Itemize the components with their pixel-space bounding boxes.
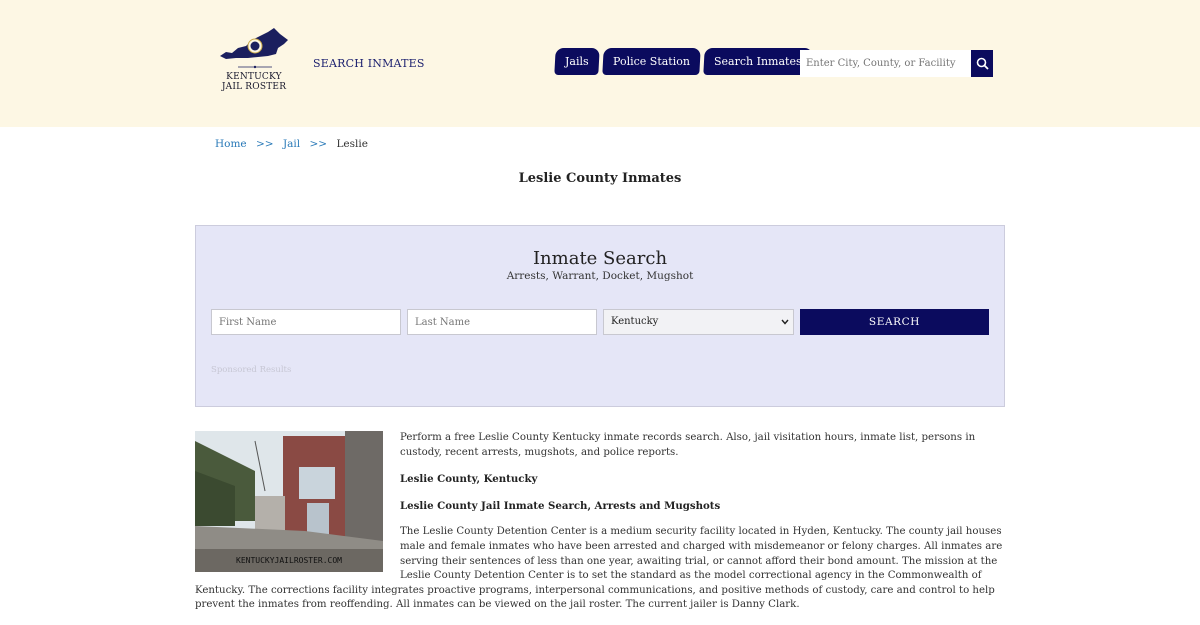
breadcrumb-separator: >> xyxy=(309,138,328,150)
logo-line-2: JAIL ROSTER xyxy=(221,82,287,92)
first-name-input[interactable] xyxy=(211,309,401,335)
site-logo[interactable]: KENTUCKY JAIL ROSTER xyxy=(214,26,294,102)
panel-subtitle: Arrests, Warrant, Docket, Mugshot xyxy=(506,270,694,282)
nav-search-inmates-button[interactable]: Search Inmates xyxy=(702,48,812,75)
nav-jails-label: Jails xyxy=(565,55,589,68)
panel-title: Inmate Search xyxy=(532,248,668,269)
chevron-down-icon xyxy=(781,319,789,325)
breadcrumb-current: Leslie xyxy=(336,138,368,150)
search-icon xyxy=(976,57,989,70)
logo-line-1: KENTUCKY xyxy=(226,72,282,82)
nav-jails-button[interactable]: Jails xyxy=(554,48,600,75)
inmate-search-button[interactable]: Search xyxy=(800,309,989,335)
facility-search-button[interactable] xyxy=(971,50,993,77)
county-content: Perform a free Leslie County Kentucky in… xyxy=(195,431,1005,625)
breadcrumb-jail-link[interactable]: Jail xyxy=(283,138,300,150)
main-nav: Jails Police Station Search Inmates xyxy=(554,48,812,75)
site-header: KENTUCKY JAIL ROSTER SEARCH INMATES Jail… xyxy=(0,0,1200,127)
search-inmates-link[interactable]: SEARCH INMATES xyxy=(313,57,425,70)
facility-search-input[interactable] xyxy=(800,50,972,77)
kentucky-map-logo-icon xyxy=(220,28,288,69)
sponsored-results-label: Sponsored Results xyxy=(211,365,292,375)
state-select[interactable]: Kentucky xyxy=(603,309,794,335)
page-title: Leslie County Inmates xyxy=(518,171,682,186)
breadcrumb-separator: >> xyxy=(256,138,274,150)
inmate-search-panel: Inmate Search Arrests, Warrant, Docket, … xyxy=(195,225,1005,407)
breadcrumb-home-link[interactable]: Home xyxy=(215,138,247,150)
breadcrumb: Home >> Jail >> Leslie xyxy=(215,138,368,150)
nav-search-inmates-label: Search Inmates xyxy=(713,55,802,68)
state-select-value: Kentucky xyxy=(611,316,659,327)
last-name-input[interactable] xyxy=(407,309,597,335)
photo-spacer xyxy=(195,431,400,575)
nav-police-station-label: Police Station xyxy=(612,55,690,68)
nav-police-station-button[interactable]: Police Station xyxy=(601,48,701,75)
